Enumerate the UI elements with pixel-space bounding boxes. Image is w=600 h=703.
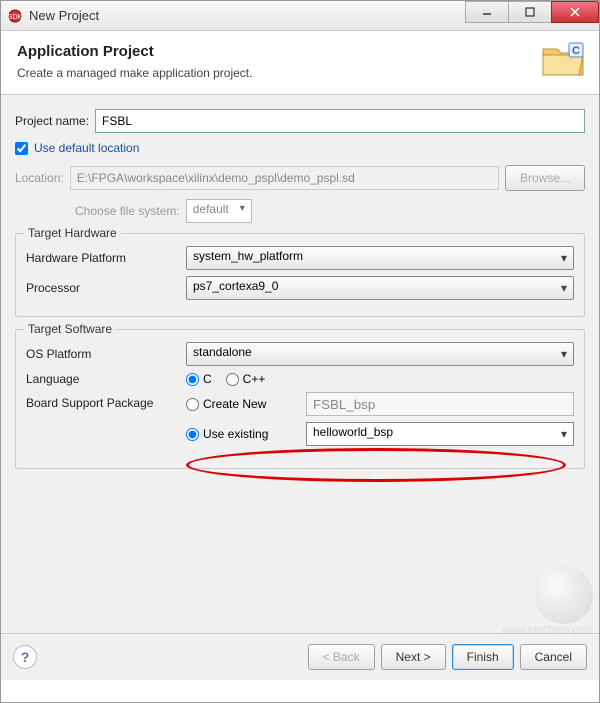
hw-platform-value: system_hw_platform xyxy=(193,249,303,263)
language-label: Language xyxy=(26,372,186,386)
choose-fs-select: default xyxy=(186,199,252,223)
next-button[interactable]: Next > xyxy=(381,644,446,670)
wizard-footer: ? < Back Next > Finish Cancel xyxy=(1,633,599,680)
choose-fs-row: Choose file system: default xyxy=(75,199,585,223)
project-name-input[interactable] xyxy=(95,109,585,133)
os-platform-select[interactable]: standalone xyxy=(186,342,574,366)
window-controls xyxy=(466,1,599,30)
folder-c-icon: C xyxy=(541,41,585,79)
choose-fs-value: default xyxy=(193,202,229,216)
bsp-use-existing-option[interactable]: Use existing xyxy=(186,427,306,441)
processor-select[interactable]: ps7_cortexa9_0 xyxy=(186,276,574,300)
bsp-use-existing-value: helloworld_bsp xyxy=(313,425,393,439)
hw-platform-label: Hardware Platform xyxy=(26,251,186,265)
target-software-title: Target Software xyxy=(24,322,116,336)
watermark-logo-icon xyxy=(535,566,593,624)
use-default-location-row: Use default location xyxy=(15,141,585,155)
bsp-use-existing-select[interactable]: helloworld_bsp xyxy=(306,422,574,446)
bsp-label: Board Support Package xyxy=(26,392,186,410)
bsp-use-existing-label: Use existing xyxy=(203,427,268,441)
cancel-button[interactable]: Cancel xyxy=(520,644,587,670)
target-hardware-title: Target Hardware xyxy=(24,226,121,240)
minimize-button[interactable] xyxy=(465,1,509,23)
bsp-create-new-label: Create New xyxy=(203,397,266,411)
os-platform-row: OS Platform standalone xyxy=(26,342,574,366)
annotation-highlight-ellipse xyxy=(186,448,566,482)
browse-button: Browse... xyxy=(505,165,585,191)
bsp-use-existing-row: Use existing helloworld_bsp xyxy=(186,422,574,446)
bsp-use-existing-radio[interactable] xyxy=(186,428,199,441)
maximize-button[interactable] xyxy=(508,1,552,23)
processor-value: ps7_cortexa9_0 xyxy=(193,279,278,293)
banner-subheading: Create a managed make application projec… xyxy=(17,66,583,80)
watermark: www.elecfans.com xyxy=(502,566,593,636)
bsp-create-new-radio[interactable] xyxy=(186,398,199,411)
help-icon[interactable]: ? xyxy=(13,645,37,669)
project-name-row: Project name: xyxy=(15,109,585,133)
processor-label: Processor xyxy=(26,281,186,295)
bsp-create-new-row: Create New xyxy=(186,392,574,416)
os-platform-label: OS Platform xyxy=(26,347,186,361)
os-platform-value: standalone xyxy=(193,345,252,359)
language-cpp-label: C++ xyxy=(243,372,266,386)
use-default-location-checkbox[interactable] xyxy=(15,142,28,155)
svg-text:C: C xyxy=(572,45,580,57)
location-label: Location: xyxy=(15,171,64,185)
target-hardware-group: Target Hardware Hardware Platform system… xyxy=(15,233,585,317)
finish-button[interactable]: Finish xyxy=(452,644,514,670)
language-row: Language C C++ xyxy=(26,372,574,386)
wizard-content: Project name: Use default location Locat… xyxy=(1,95,599,680)
back-button: < Back xyxy=(308,644,375,670)
language-radio-group: C C++ xyxy=(186,372,275,386)
location-input xyxy=(70,166,499,190)
use-default-location-label[interactable]: Use default location xyxy=(34,141,139,155)
wizard-banner: Application Project Create a managed mak… xyxy=(1,31,599,95)
close-button[interactable] xyxy=(551,1,599,23)
project-name-label: Project name: xyxy=(15,114,89,128)
bsp-create-new-option[interactable]: Create New xyxy=(186,397,306,411)
location-row: Location: Browse... xyxy=(15,165,585,191)
app-icon: SDK xyxy=(7,8,23,24)
language-c-option[interactable]: C xyxy=(186,372,212,386)
processor-row: Processor ps7_cortexa9_0 xyxy=(26,276,574,300)
choose-fs-label: Choose file system: xyxy=(75,204,180,218)
titlebar: SDK New Project xyxy=(1,1,599,31)
banner-heading: Application Project xyxy=(17,43,583,60)
target-software-group: Target Software OS Platform standalone L… xyxy=(15,329,585,469)
hw-platform-row: Hardware Platform system_hw_platform xyxy=(26,246,574,270)
svg-text:SDK: SDK xyxy=(8,14,23,21)
language-c-label: C xyxy=(203,372,212,386)
language-cpp-option[interactable]: C++ xyxy=(226,372,266,386)
language-cpp-radio[interactable] xyxy=(226,373,239,386)
language-c-radio[interactable] xyxy=(186,373,199,386)
bsp-create-new-input xyxy=(306,392,574,416)
window-title: New Project xyxy=(29,8,466,23)
bsp-row: Board Support Package Create New Use exi… xyxy=(26,392,574,452)
hw-platform-select[interactable]: system_hw_platform xyxy=(186,246,574,270)
